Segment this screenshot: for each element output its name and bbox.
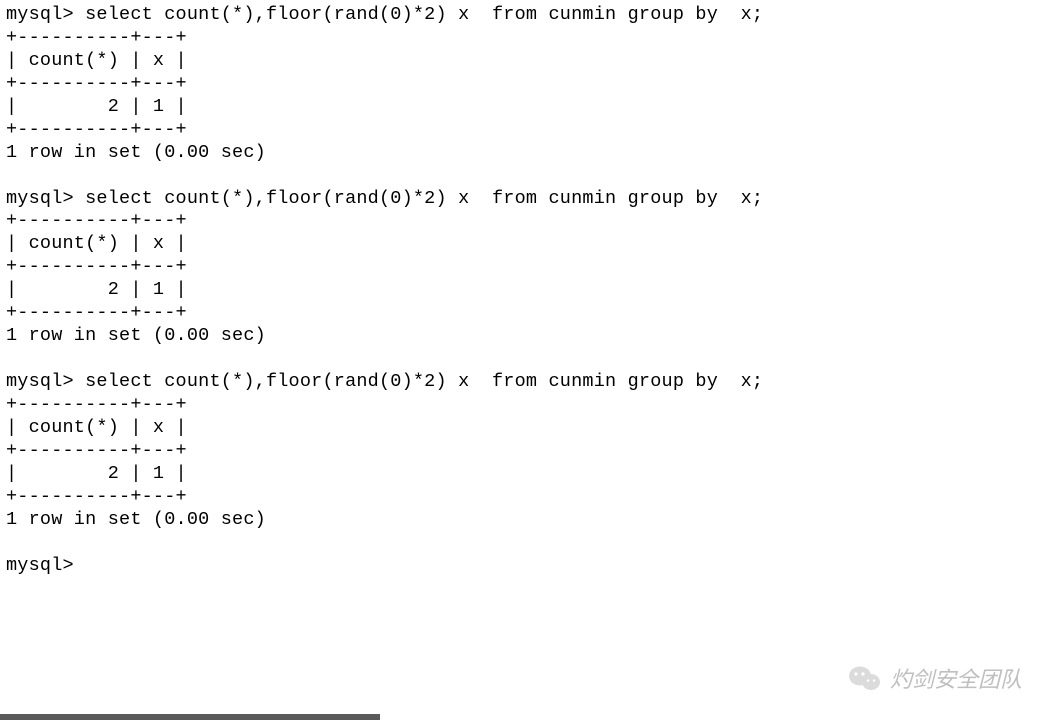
watermark: 灼剑安全团队 (848, 662, 1022, 694)
table-header: | count(*) | x | (6, 233, 187, 254)
table-row: | 2 | 1 | (6, 463, 187, 484)
table-border: +----------+---+ (6, 210, 187, 231)
table-header: | count(*) | x | (6, 50, 187, 71)
table-header: | count(*) | x | (6, 417, 187, 438)
table-border: +----------+---+ (6, 73, 187, 94)
sql-command: select count(*),floor(rand(0)*2) x from … (85, 4, 763, 25)
watermark-text: 灼剑安全团队 (890, 662, 1022, 694)
sql-command: select count(*),floor(rand(0)*2) x from … (85, 371, 763, 392)
prompt: mysql> (6, 4, 74, 25)
table-border: +----------+---+ (6, 302, 187, 323)
sql-command: select count(*),floor(rand(0)*2) x from … (85, 188, 763, 209)
table-border: +----------+---+ (6, 27, 187, 48)
table-border: +----------+---+ (6, 486, 187, 507)
table-border: +----------+---+ (6, 394, 187, 415)
table-border: +----------+---+ (6, 119, 187, 140)
wechat-icon (848, 664, 882, 692)
prompt: mysql> (6, 371, 74, 392)
terminal-output[interactable]: mysql> select count(*),floor(rand(0)*2) … (0, 0, 1044, 581)
status-line: 1 row in set (0.00 sec) (6, 509, 266, 530)
status-line: 1 row in set (0.00 sec) (6, 325, 266, 346)
table-row: | 2 | 1 | (6, 96, 187, 117)
status-line: 1 row in set (0.00 sec) (6, 142, 266, 163)
bottom-bar (0, 714, 380, 720)
table-border: +----------+---+ (6, 440, 187, 461)
prompt: mysql> (6, 188, 74, 209)
table-border: +----------+---+ (6, 256, 187, 277)
table-row: | 2 | 1 | (6, 279, 187, 300)
prompt: mysql> (6, 555, 74, 576)
